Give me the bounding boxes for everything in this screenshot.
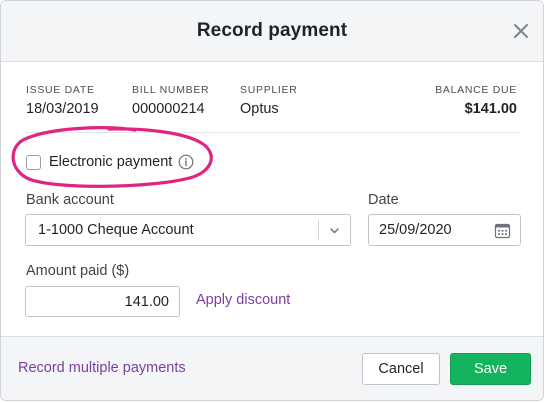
dialog-body: ISSUE DATE 18/03/2019 BILL NUMBER 000000… [1, 62, 543, 339]
amount-paid-label: Amount paid ($) [26, 263, 130, 279]
date-label: Date [368, 192, 399, 208]
date-value: 25/09/2020 [379, 222, 452, 238]
issue-date-block: ISSUE DATE 18/03/2019 [26, 84, 99, 118]
amount-paid-input[interactable] [25, 286, 180, 317]
dialog-footer: Record multiple payments Cancel Save [1, 336, 543, 400]
close-icon[interactable] [509, 19, 533, 43]
date-input[interactable]: 25/09/2020 [368, 214, 521, 246]
supplier-label: SUPPLIER [240, 84, 298, 96]
save-button[interactable]: Save [450, 353, 531, 385]
electronic-payment-checkbox[interactable] [26, 154, 41, 170]
issue-date-label: ISSUE DATE [26, 84, 95, 96]
balance-due-block: BALANCE DUE $141.00 [435, 84, 517, 118]
record-multiple-payments-link[interactable]: Record multiple payments [18, 360, 186, 376]
apply-discount-link[interactable]: Apply discount [196, 292, 290, 308]
bill-number-value: 000000214 [132, 101, 205, 117]
chevron-down-icon[interactable] [328, 224, 341, 237]
info-divider [25, 132, 519, 133]
bill-number-label: BILL NUMBER [132, 84, 210, 96]
bank-account-value: 1-1000 Cheque Account [38, 222, 194, 238]
electronic-payment-row: Electronic payment [26, 153, 194, 171]
balance-due-label: BALANCE DUE [435, 84, 517, 96]
dialog-title: Record payment [196, 20, 348, 41]
calendar-icon[interactable] [494, 222, 511, 239]
cancel-button[interactable]: Cancel [362, 353, 440, 385]
supplier-value: Optus [240, 101, 279, 117]
issue-date-value: 18/03/2019 [26, 101, 99, 117]
bill-number-block: BILL NUMBER 000000214 [132, 84, 209, 118]
balance-due-value: $141.00 [464, 101, 517, 117]
record-payment-dialog: Record payment ISSUE DATE 18/03/2019 BIL… [0, 0, 544, 401]
select-divider [318, 220, 319, 240]
bank-account-label: Bank account [26, 192, 114, 208]
bank-account-select[interactable]: 1-1000 Cheque Account [25, 214, 351, 246]
dialog-header: Record payment [1, 1, 543, 62]
info-icon[interactable] [178, 154, 194, 170]
electronic-payment-label: Electronic payment [49, 154, 173, 170]
supplier-block: SUPPLIER Optus [240, 84, 298, 118]
